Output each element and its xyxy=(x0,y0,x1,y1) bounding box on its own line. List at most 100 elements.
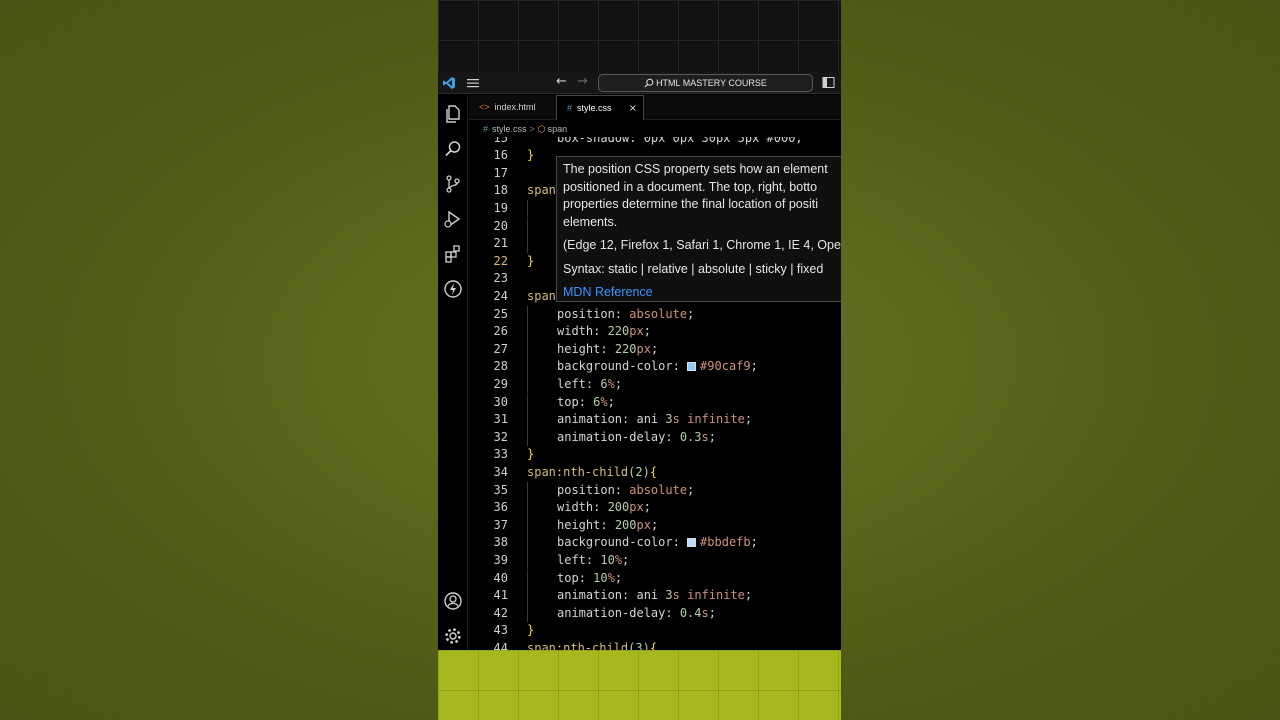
code-text: animation: ani 3s infinite; xyxy=(557,412,753,427)
background-grid-top xyxy=(438,0,841,72)
code-line[interactable]: 43} xyxy=(469,622,841,640)
search-label: HTML MASTERY COURSE xyxy=(656,78,767,88)
indent-guide xyxy=(527,587,528,605)
vscode-window: ← → HTML MASTERY COURSE <> index.html # … xyxy=(438,72,841,650)
line-number: 17 xyxy=(493,165,508,180)
code-text: animation-delay: 0.3s; xyxy=(557,429,716,444)
line-number: 32 xyxy=(493,429,508,444)
code-text: width: 220px; xyxy=(557,324,651,339)
code-text: animation-delay: 0.4s; xyxy=(557,605,716,620)
code-line[interactable]: 31 animation: ani 3s infinite; xyxy=(469,411,841,429)
hover-compat: (Edge 12, Firefox 1, Safari 1, Chrome 1,… xyxy=(563,238,841,252)
code-line[interactable]: 34 span:nth-child(2){ xyxy=(469,464,841,482)
run-debug-icon[interactable] xyxy=(442,208,464,230)
code-line[interactable]: 44 span:nth-child(3){ xyxy=(469,640,841,650)
symbol-icon: ⬡ xyxy=(537,124,546,134)
extensions-icon[interactable] xyxy=(442,243,464,265)
line-number: 18 xyxy=(493,183,508,198)
code-text: height: 200px; xyxy=(557,517,659,532)
toggle-sidebar-icon[interactable] xyxy=(822,76,835,89)
account-icon[interactable] xyxy=(442,590,464,612)
indent-guide xyxy=(527,551,528,570)
code-line[interactable]: 42 animation-delay: 0.4s; xyxy=(469,604,841,623)
lightning-icon[interactable] xyxy=(442,278,464,300)
hover-syntax: Syntax: static | relative | absolute | s… xyxy=(563,261,824,276)
line-number: 37 xyxy=(493,517,508,532)
tab-label: index.html xyxy=(494,102,536,112)
color-swatch[interactable] xyxy=(687,538,697,548)
line-number: 15 xyxy=(493,137,508,145)
code-text: top: 6%; xyxy=(557,394,615,409)
code-line[interactable]: 25 position: absolute; xyxy=(469,305,841,324)
close-icon[interactable]: × xyxy=(629,96,637,121)
code-line[interactable]: 32 animation-delay: 0.3s; xyxy=(469,428,841,447)
code-text: left: 6%; xyxy=(557,376,623,391)
line-number: 24 xyxy=(493,288,508,303)
tab-label: style.css xyxy=(577,103,612,113)
code-line[interactable]: 15 box-shadow: 0px 0px 30px 5px #000; xyxy=(469,137,841,147)
code-text: span:nth-child(2){ xyxy=(527,464,658,479)
code-line[interactable]: 29 left: 6%; xyxy=(469,375,841,394)
code-line[interactable]: 41 animation: ani 3s infinite; xyxy=(469,587,841,605)
code-line[interactable]: 28 background-color: #90caf9; xyxy=(469,358,841,376)
code-line[interactable]: 26 width: 220px; xyxy=(469,323,841,341)
code-text: } xyxy=(527,148,535,163)
code-text: height: 220px; xyxy=(557,341,659,356)
color-swatch[interactable] xyxy=(687,362,697,372)
line-number: 33 xyxy=(493,447,508,462)
indent-guide xyxy=(527,428,528,447)
line-number: 16 xyxy=(493,148,508,163)
source-control-icon[interactable] xyxy=(442,173,464,195)
line-number: 43 xyxy=(493,623,508,638)
indent-guide xyxy=(527,305,528,324)
search-icon xyxy=(644,78,654,88)
code-text: background-color: #bbdefb; xyxy=(557,535,758,550)
indent-guide xyxy=(527,375,528,394)
indent-guide xyxy=(527,340,528,359)
code-line[interactable]: 27 height: 220px; xyxy=(469,340,841,359)
indent-guide xyxy=(527,217,528,236)
tab-index-html[interactable]: <> index.html xyxy=(469,95,554,120)
code-line[interactable]: 33} xyxy=(469,446,841,464)
indent-guide xyxy=(527,235,528,253)
html-file-icon: <> xyxy=(479,102,490,112)
code-line[interactable]: 30 top: 6%; xyxy=(469,393,841,412)
indent-guide xyxy=(527,516,528,535)
hover-description-line: The position CSS property sets how an el… xyxy=(563,162,828,176)
menu-icon[interactable] xyxy=(466,76,480,90)
code-text: position: absolute; xyxy=(557,482,695,497)
code-line[interactable]: 36 width: 200px; xyxy=(469,499,841,517)
vscode-logo-icon xyxy=(443,77,455,89)
line-number: 26 xyxy=(493,324,508,339)
indent-guide xyxy=(527,534,528,552)
code-text: } xyxy=(527,253,535,268)
code-line[interactable]: 37 height: 200px; xyxy=(469,516,841,535)
breadcrumb-file[interactable]: style.css xyxy=(492,124,527,134)
css-file-icon: # xyxy=(483,124,489,134)
line-number: 21 xyxy=(493,236,508,251)
hover-description-line: positioned in a document. The top, right… xyxy=(563,179,818,194)
explorer-icon[interactable] xyxy=(442,103,464,125)
line-number: 20 xyxy=(493,218,508,233)
back-arrow-icon[interactable]: ← xyxy=(556,74,567,89)
breadcrumb-symbol[interactable]: span xyxy=(548,124,568,134)
line-number: 22 xyxy=(493,253,508,268)
indent-guide xyxy=(527,499,528,517)
line-number: 23 xyxy=(493,271,508,286)
tab-style-css[interactable]: # style.css × xyxy=(556,95,644,120)
gear-icon[interactable] xyxy=(442,625,464,647)
line-number: 25 xyxy=(493,306,508,321)
forward-arrow-icon[interactable]: → xyxy=(577,74,588,89)
indent-guide xyxy=(527,393,528,412)
line-number: 39 xyxy=(493,552,508,567)
mdn-reference-link[interactable]: MDN Reference xyxy=(563,284,841,301)
code-text: } xyxy=(527,623,535,638)
search-icon[interactable] xyxy=(442,138,464,160)
line-number: 42 xyxy=(493,605,508,620)
command-center-search[interactable]: HTML MASTERY COURSE xyxy=(598,74,813,92)
code-line[interactable]: 39 left: 10%; xyxy=(469,551,841,570)
code-line[interactable]: 40 top: 10%; xyxy=(469,569,841,588)
code-line[interactable]: 38 background-color: #bbdefb; xyxy=(469,534,841,552)
indent-guide xyxy=(527,481,528,500)
code-line[interactable]: 35 position: absolute; xyxy=(469,481,841,500)
